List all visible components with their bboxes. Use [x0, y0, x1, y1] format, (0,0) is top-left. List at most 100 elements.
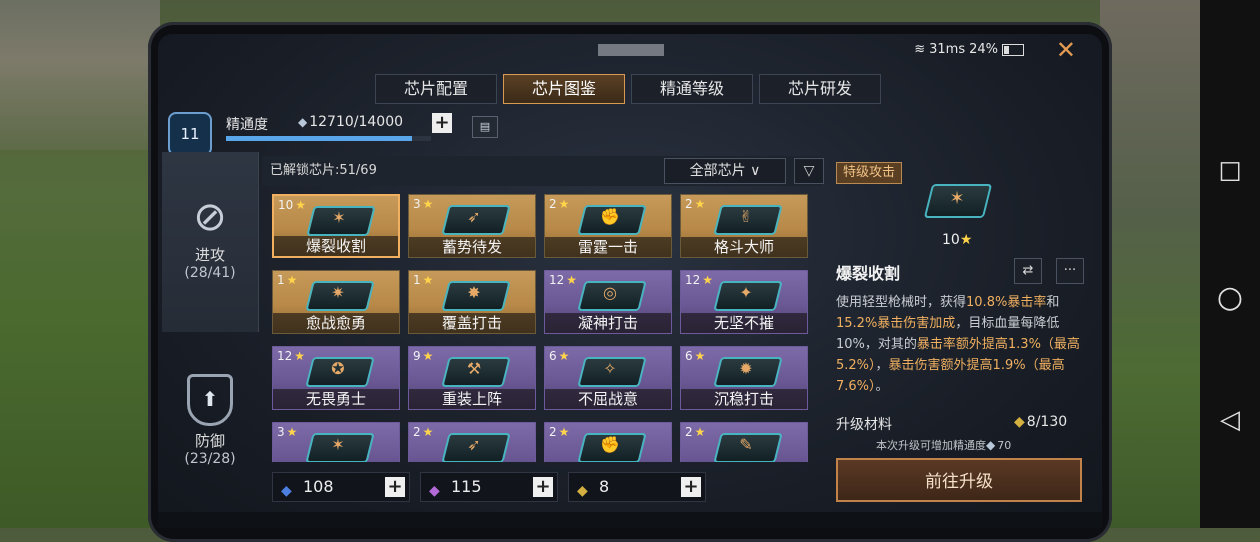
- upgrade-note-text: 本次升级可增加精通度: [876, 439, 986, 452]
- go-upgrade-button[interactable]: 前往升级: [836, 458, 1082, 502]
- chevron-down-icon: ∨: [750, 163, 761, 179]
- chip-card[interactable]: 10 ★ ✶ 爆裂收割: [272, 194, 400, 258]
- chip-level-value: 2: [685, 197, 693, 211]
- chip-card[interactable]: 6 ★ ✧ 不屈战意: [544, 346, 672, 410]
- chip-emblem-icon: ◎: [603, 283, 617, 302]
- tab-chip-config[interactable]: 芯片配置: [375, 74, 497, 104]
- shield-icon: ⬆: [187, 374, 233, 426]
- shield-icon: ◆: [986, 438, 996, 452]
- star-icon: ★: [558, 425, 570, 439]
- chip-card[interactable]: 1 ★ ✷ 愈战愈勇: [272, 270, 400, 334]
- chip-level: 10 ★: [278, 198, 306, 212]
- android-nav-bar: ☐ ○ ◁: [1200, 0, 1260, 528]
- chip-description: 使用轻型枪械时，获得10.8%暴击率和15.2%暴击伤害加成，目标血量每降低10…: [836, 292, 1088, 397]
- chip-level: 1 ★: [413, 273, 433, 287]
- star-icon: ★: [694, 425, 706, 439]
- chip-rarity-tag: 特级攻击: [836, 162, 903, 184]
- background-scenery-right: [1100, 0, 1200, 528]
- chip-level: 2 ★: [685, 197, 705, 211]
- desc-highlight-1: 10.8%暴击率: [966, 295, 1047, 310]
- desc-text-4: ，: [875, 358, 889, 373]
- more-options-icon[interactable]: ···: [1056, 258, 1084, 284]
- resource-gold: ◆ 8 +: [568, 472, 706, 502]
- chip-level: 2 ★: [685, 425, 705, 439]
- recents-button[interactable]: ☐: [1200, 158, 1260, 188]
- tab-chip-research[interactable]: 芯片研发: [759, 74, 881, 104]
- chip-emblem-icon: ⚒: [466, 359, 482, 378]
- category-defense[interactable]: ⬆ 防御 (23/28): [162, 334, 258, 524]
- home-button[interactable]: ○: [1200, 280, 1260, 315]
- star-icon: ★: [294, 349, 306, 363]
- chip-card[interactable]: 2 ★ ✊ 雷霆一击: [544, 194, 672, 258]
- mastery-add-button[interactable]: +: [432, 113, 452, 133]
- ping-value: 31ms: [929, 42, 966, 57]
- chip-name: 格斗大师: [681, 237, 807, 257]
- chip-card[interactable]: 12 ★ ✦ 无坚不摧: [680, 270, 808, 334]
- desc-text-1: 使用轻型枪械时，获得: [836, 295, 967, 310]
- gold-gem-icon: ◆: [577, 483, 588, 499]
- back-button[interactable]: ◁: [1200, 405, 1260, 435]
- chip-card[interactable]: 6 ★ ✹ 沉稳打击: [680, 346, 808, 410]
- chip-card[interactable]: 12 ★ ◎ 凝神打击: [544, 270, 672, 334]
- upgrade-note-bonus: 70: [997, 439, 1012, 452]
- chip-card[interactable]: 12 ★ ✪ 无畏勇士: [272, 346, 400, 410]
- chip-emblem-icon: ✹: [739, 359, 753, 378]
- star-icon: ★: [959, 232, 973, 248]
- chip-name: 重装上阵: [409, 389, 535, 409]
- filter-funnel-icon[interactable]: ▽: [794, 158, 824, 184]
- star-icon: ★: [422, 349, 434, 363]
- chip-emblem-icon: ➶: [467, 435, 481, 454]
- chip-level: 2 ★: [413, 425, 433, 439]
- chip-emblem-icon: ✧: [603, 359, 617, 378]
- chip-card[interactable]: 3 ★ ✶: [272, 422, 400, 462]
- share-icon[interactable]: ⇄: [1014, 258, 1042, 284]
- chip-level-value: 2: [413, 425, 421, 439]
- chip-card[interactable]: 2 ★ ✎: [680, 422, 808, 462]
- selected-chip-name: 爆裂收割: [836, 264, 901, 283]
- chip-level-value: 1: [413, 273, 421, 287]
- tab-chip-codex[interactable]: 芯片图鉴: [503, 74, 625, 104]
- chip-card[interactable]: 2 ★ ➶: [408, 422, 536, 462]
- chip-emblem-icon: ✌: [739, 207, 753, 226]
- chip-card[interactable]: 1 ★ ✸ 覆盖打击: [408, 270, 536, 334]
- selected-chip-level: 10★: [942, 232, 972, 248]
- chip-name: 凝神打击: [545, 313, 671, 333]
- chip-card[interactable]: 2 ★ ✌ 格斗大师: [680, 194, 808, 258]
- chip-level: 12 ★: [549, 273, 577, 287]
- star-icon: ★: [694, 197, 706, 211]
- resource-blue: ◆ 108 +: [272, 472, 410, 502]
- chip-card[interactable]: 9 ★ ⚒ 重装上阵: [408, 346, 536, 410]
- resource-purple-add-button[interactable]: +: [533, 477, 553, 497]
- chip-filter-label: 全部芯片: [689, 163, 746, 179]
- chip-level-value: 6: [685, 349, 693, 363]
- resource-blue-add-button[interactable]: +: [385, 477, 405, 497]
- mastery-info-icon[interactable]: ▤: [472, 116, 498, 138]
- screen-bottom-edge: [158, 512, 1102, 528]
- resource-purple-value: 115: [451, 477, 482, 496]
- chip-emblem-icon: ✶: [332, 208, 346, 227]
- star-icon: ★: [422, 273, 434, 287]
- star-icon: ★: [422, 425, 434, 439]
- chip-filter-select[interactable]: 全部芯片 ∨: [664, 158, 786, 184]
- chip-level: 9 ★: [413, 349, 433, 363]
- mastery-label: 精通度: [226, 117, 268, 133]
- chip-card[interactable]: 2 ★ ✊: [544, 422, 672, 462]
- resource-bar: ◆ 108 + ◆ 115 + ◆ 8 +: [272, 472, 706, 502]
- status-bar: ≋ 31ms 24%: [914, 42, 1024, 57]
- category-attack[interactable]: ⊘ 进攻 (28/41): [162, 152, 259, 332]
- blurred-title: [598, 44, 664, 56]
- star-icon: ★: [558, 197, 570, 211]
- star-icon: ★: [286, 425, 298, 439]
- chip-emblem-icon: ✎: [739, 435, 753, 454]
- close-icon[interactable]: ✕: [1056, 36, 1076, 64]
- mastery-progress-fill: [226, 136, 413, 141]
- tab-mastery-level[interactable]: 精通等级: [631, 74, 753, 104]
- chip-level: 3 ★: [413, 197, 433, 211]
- shield-icon: ◆: [298, 115, 308, 129]
- star-icon: ★: [295, 198, 307, 212]
- chip-level: 1 ★: [277, 273, 297, 287]
- chip-name: 愈战愈勇: [273, 313, 399, 333]
- chip-level: 6 ★: [549, 349, 569, 363]
- resource-gold-add-button[interactable]: +: [681, 477, 701, 497]
- chip-card[interactable]: 3 ★ ➶ 蓄势待发: [408, 194, 536, 258]
